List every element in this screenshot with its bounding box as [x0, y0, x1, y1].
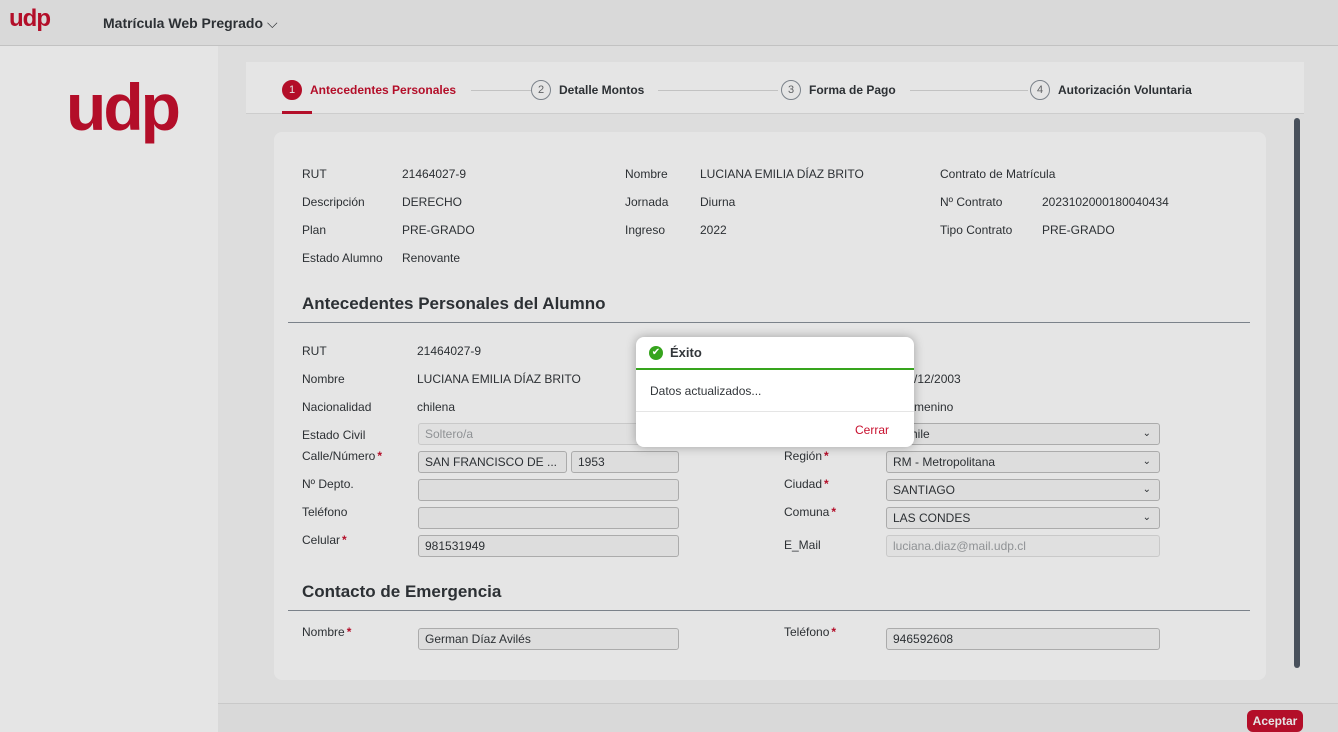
dialog-message: Datos actualizados... [636, 370, 914, 412]
dialog-title: Éxito [670, 345, 702, 360]
close-button[interactable]: Cerrar [855, 423, 889, 437]
dialog-header: ✔ Éxito [636, 337, 914, 370]
dialog-footer: Cerrar [636, 412, 914, 445]
check-circle-icon: ✔ [649, 345, 663, 360]
success-dialog: ✔ Éxito Datos actualizados... Cerrar [636, 337, 914, 447]
